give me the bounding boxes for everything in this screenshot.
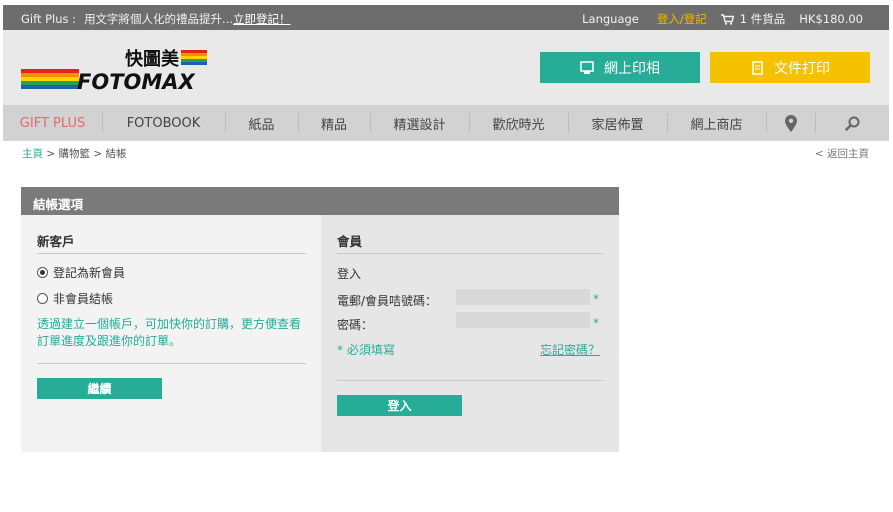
required-mark: *	[593, 292, 599, 306]
logo-text-en: FOTOMAX	[77, 70, 197, 93]
document-print-label: 文件打印	[774, 60, 830, 77]
nav-label: 精品	[320, 117, 347, 133]
register-option-label: 登記為新會員	[53, 266, 126, 280]
online-photo-print-button[interactable]: 網上印相	[540, 52, 700, 83]
cart-total[interactable]: HK$180.00	[799, 12, 863, 26]
nav-label: 歡欣時光	[492, 117, 545, 133]
new-account-description: 透過建立一個帳戶，可加快你的訂購，更方便查看訂單進度及跟進你的訂單。	[37, 317, 302, 348]
top-bar: Gift Plus : 用文字將個人化的禮品提升...立即登記！ Language…	[3, 5, 889, 30]
nav-item-gifts[interactable]: 精品	[298, 105, 370, 141]
nav-store-locator[interactable]	[766, 105, 815, 141]
nav-item-happy-times[interactable]: 歡欣時光	[469, 105, 568, 141]
search-icon	[844, 116, 859, 131]
required-mark: *	[593, 316, 599, 330]
register-option[interactable]: 登記為新會員	[37, 264, 125, 281]
promo-brand: Gift Plus :	[21, 12, 77, 26]
fotomax-logo[interactable]: 快圖美 FOTOMAX	[21, 45, 211, 93]
breadcrumb-checkout: 結帳	[105, 148, 127, 160]
register-now-link[interactable]: 立即登記！	[233, 12, 291, 26]
nav-label: 網上商店	[690, 117, 743, 133]
guest-option-label: 非會員結帳	[53, 292, 114, 306]
login-button[interactable]: 登入	[337, 395, 462, 416]
logo-text-cn: 快圖美	[125, 48, 179, 70]
checkout-options-panel: 結帳選項 新客戶 登記為新會員 非會員結帳 透過建立一個帳戶，可加快你的訂購，更…	[21, 187, 619, 452]
breadcrumb-cart[interactable]: 購物籃	[59, 148, 91, 160]
promo-text: 用文字將個人化的禮品提升...	[84, 12, 234, 26]
document-print-button[interactable]: 文件打印	[710, 52, 870, 83]
breadcrumb-separator: >	[46, 148, 56, 160]
divider	[37, 253, 306, 254]
continue-button[interactable]: 繼續	[37, 378, 162, 399]
email-field[interactable]	[456, 289, 590, 305]
new-customer-section: 新客戶 登記為新會員 非會員結帳 透過建立一個帳戶，可加快你的訂購，更方便查看訂…	[21, 215, 321, 452]
breadcrumb-home[interactable]: 主頁	[22, 148, 43, 160]
guest-option[interactable]: 非會員結帳	[37, 290, 113, 307]
divider	[337, 380, 604, 381]
nav-search[interactable]	[815, 105, 889, 141]
panel-title: 結帳選項	[21, 187, 619, 215]
guest-radio[interactable]	[37, 293, 48, 304]
top-bar-right: Language 登入/登記 1 件貨品 HK$180.00	[582, 11, 863, 27]
header: 快圖美 FOTOMAX 網上印相 文件打印	[3, 30, 889, 105]
online-photo-print-label: 網上印相	[604, 60, 660, 77]
divider	[337, 253, 604, 254]
divider	[37, 363, 306, 364]
back-to-home-link[interactable]: < 返回主頁	[815, 146, 869, 161]
new-customer-title: 新客戶	[37, 234, 75, 249]
nav-item-selected-designs[interactable]: 精選設計	[370, 105, 469, 141]
cart-icon[interactable]	[720, 13, 734, 25]
forgot-password-link[interactable]: 忘記密碼？	[540, 341, 600, 358]
nav-item-online-shop[interactable]: 網上商店	[667, 105, 766, 141]
required-note: * 必須填寫	[337, 343, 395, 357]
login-heading: 登入	[337, 267, 362, 281]
password-field[interactable]	[456, 312, 590, 328]
cart-count[interactable]: 1 件貨品	[740, 11, 785, 27]
nav-label: FOTOBOOK	[126, 115, 201, 131]
photo-frame-icon	[580, 60, 594, 74]
nav-item-fotobook[interactable]: FOTOBOOK	[102, 105, 225, 141]
breadcrumb-separator: >	[93, 148, 103, 160]
nav-label: 精選設計	[393, 117, 446, 133]
nav-label: 家居佈置	[591, 117, 644, 133]
nav-item-paper[interactable]: 紙品	[225, 105, 298, 141]
nav-label: GIFT PLUS	[19, 115, 86, 131]
password-label: 密碼：	[337, 318, 374, 332]
email-label: 電郵/會員咭號碼：	[337, 294, 438, 308]
document-icon	[752, 60, 763, 75]
map-pin-icon	[784, 114, 797, 132]
register-radio[interactable]	[37, 267, 48, 278]
member-title: 會員	[337, 234, 363, 249]
member-section: 會員 登入 電郵/會員咭號碼： * 密碼： * * 必須填寫 忘記密碼？ 登入	[321, 215, 619, 452]
language-selector[interactable]: Language	[582, 12, 639, 26]
main-nav: GIFT PLUS FOTOBOOK 紙品 精品 精選設計 歡欣時光 家居佈置 …	[3, 105, 889, 141]
promo-banner: Gift Plus : 用文字將個人化的禮品提升...立即登記！	[21, 11, 291, 27]
breadcrumb: 主頁 > 購物籃 > 結帳	[22, 146, 127, 161]
nav-item-home-decor[interactable]: 家居佈置	[568, 105, 667, 141]
login-register-link[interactable]: 登入/登記	[657, 11, 707, 27]
nav-item-gift-plus[interactable]: GIFT PLUS	[3, 105, 102, 141]
nav-label: 紙品	[248, 117, 275, 133]
